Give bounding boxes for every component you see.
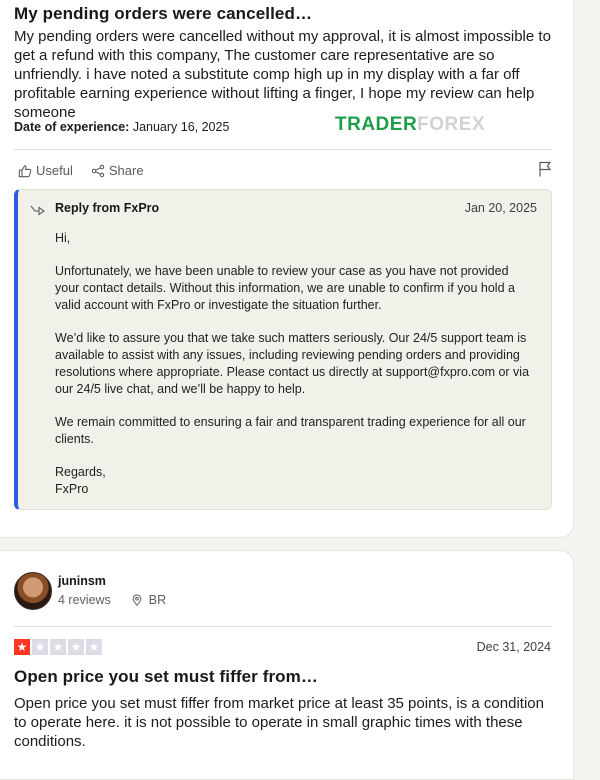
reply-paragraph: We’d like to assure you that we take suc… <box>55 331 530 396</box>
star-icon: ★ <box>50 639 66 655</box>
reply-body: Hi, Unfortunately, we have been unable t… <box>55 230 535 498</box>
useful-label: Useful <box>36 163 73 178</box>
star-icon: ★ <box>86 639 102 655</box>
review-card: juninsm 4 reviews BR ★ ★ ★ ★ ★ Dec 31, 2… <box>0 550 574 780</box>
review-actions: Useful Share <box>18 163 144 178</box>
date-of-experience-label: Date of experience: <box>14 120 130 134</box>
date-of-experience-value: January 16, 2025 <box>132 120 230 134</box>
review-body: My pending orders were cancelled without… <box>14 28 551 121</box>
reply-date: Jan 20, 2025 <box>464 201 537 215</box>
reply-signature: FxPro <box>55 482 89 496</box>
username[interactable]: juninsm <box>58 574 106 588</box>
star-icon: ★ <box>32 639 48 655</box>
star-rating: ★ ★ ★ ★ ★ <box>14 639 102 655</box>
country-code: BR <box>148 593 167 607</box>
reply-title: Reply from FxPro <box>55 201 160 215</box>
flag-icon[interactable] <box>538 161 552 177</box>
review-body: Open price you set must fiffer from mark… <box>14 695 544 750</box>
reviews-count: 4 reviews <box>58 593 111 607</box>
review-date: Dec 31, 2024 <box>476 640 551 654</box>
useful-button[interactable]: Useful <box>18 163 73 178</box>
reply-closing: Regards, <box>55 465 106 479</box>
watermark-part1: TRADER <box>335 114 418 135</box>
avatar[interactable] <box>14 572 52 610</box>
reply-paragraph: We remain committed to ensuring a fair a… <box>55 415 526 446</box>
company-reply: Reply from FxPro Jan 20, 2025 Hi, Unfort… <box>14 189 552 510</box>
divider <box>14 149 552 150</box>
reviewer-meta: 4 reviews BR <box>58 593 166 607</box>
date-of-experience: Date of experience: January 16, 2025 <box>14 120 229 134</box>
thumbs-up-icon <box>18 164 32 177</box>
reply-paragraph: Hi, <box>55 231 71 245</box>
share-icon <box>91 164 105 177</box>
review-card: My pending orders were cancelled… My pen… <box>0 0 574 538</box>
divider <box>14 626 552 627</box>
watermark-part2: FOREX <box>417 114 486 135</box>
location-pin-icon <box>132 594 142 606</box>
review-title[interactable]: My pending orders were cancelled… <box>14 4 312 24</box>
reply-paragraph: Unfortunately, we have been unable to re… <box>55 264 515 312</box>
watermark: TRADERFOREX <box>335 114 485 136</box>
review-title[interactable]: Open price you set must fiffer from… <box>14 667 318 687</box>
reply-arrow-icon <box>30 205 46 216</box>
star-icon: ★ <box>68 639 84 655</box>
share-button[interactable]: Share <box>91 163 144 178</box>
star-icon: ★ <box>14 639 30 655</box>
share-label: Share <box>108 163 144 178</box>
